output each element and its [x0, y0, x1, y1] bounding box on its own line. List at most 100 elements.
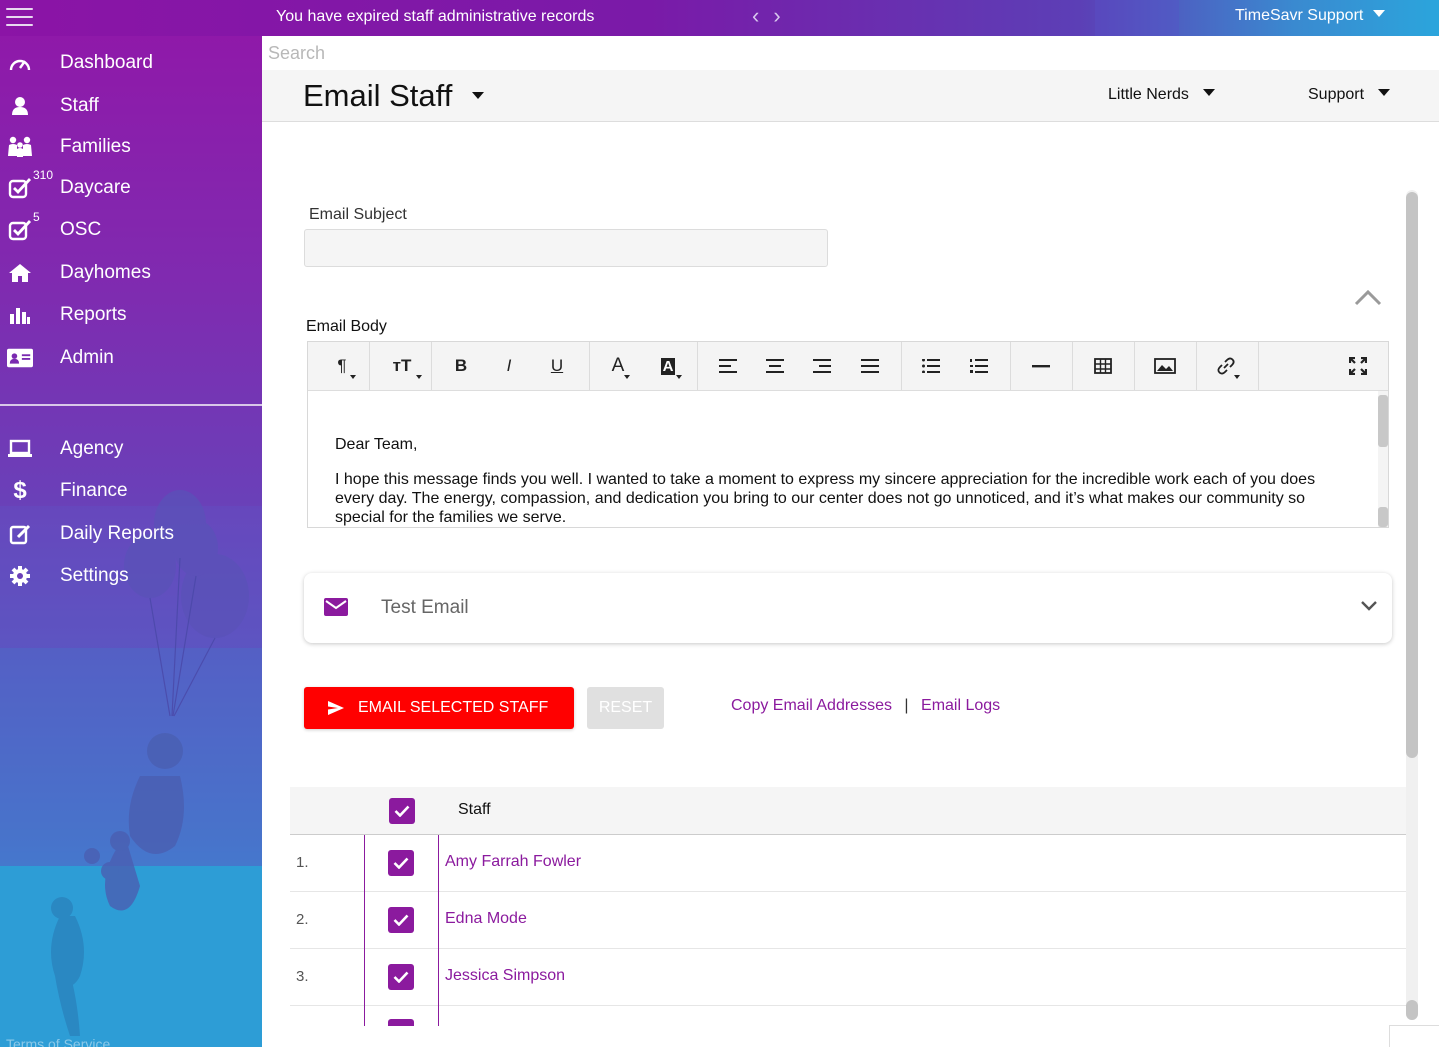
support-dropdown[interactable]: Support	[1308, 86, 1391, 104]
row-checkbox[interactable]	[388, 1019, 414, 1026]
sidebar-item-dashboard[interactable]: Dashboard	[0, 45, 262, 81]
test-email-label: Test Email	[381, 597, 469, 618]
table-row: 3. Jessica Simpson	[290, 949, 1406, 1006]
gear-icon	[7, 564, 33, 588]
alert-nav-arrows[interactable]: ‹›	[752, 3, 795, 29]
chevron-right-icon[interactable]: ›	[773, 3, 794, 28]
staff-name-link[interactable]: Jessica Simpson	[445, 967, 565, 985]
sidebar-item-label: Staff	[60, 95, 99, 116]
checkmark-icon	[393, 857, 409, 869]
underline-icon[interactable]: U	[539, 342, 575, 390]
caret-down-icon	[1202, 89, 1215, 96]
organization-dropdown[interactable]: Little Nerds	[1108, 86, 1215, 104]
row-checkbox[interactable]	[388, 907, 414, 933]
sidebar-item-families[interactable]: Families	[0, 129, 262, 165]
chevron-down-icon[interactable]	[1360, 600, 1378, 612]
sidebar-item-osc[interactable]: 5 OSC	[0, 210, 262, 248]
ordered-list-icon[interactable]	[959, 342, 999, 390]
corner-widget[interactable]	[1389, 1025, 1439, 1047]
send-button-label: EMAIL SELECTED STAFF	[358, 699, 549, 716]
sidebar: Dashboard Staff Families 310 Daycare 5 O…	[0, 36, 262, 1047]
staff-name-link[interactable]: Amy Farrah Fowler	[445, 853, 581, 871]
align-left-icon[interactable]	[708, 342, 748, 390]
sidebar-item-staff[interactable]: Staff	[0, 88, 262, 124]
email-subject-input[interactable]	[304, 229, 828, 267]
expired-records-alert[interactable]: You have expired staff administrative re…	[276, 8, 594, 26]
sidebar-item-dayhomes[interactable]: Dayhomes	[0, 255, 262, 291]
sidebar-item-daycare[interactable]: 310 Daycare	[0, 168, 262, 206]
family-icon	[7, 135, 33, 159]
mail-icon	[324, 598, 348, 616]
sidebar-item-label: Agency	[60, 438, 124, 459]
editor-scrollbar-thumb[interactable]	[1378, 395, 1388, 447]
bold-icon[interactable]: B	[443, 342, 479, 390]
checkbox-icon	[7, 218, 33, 242]
sidebar-item-label: Daycare	[60, 177, 131, 198]
email-body-paragraph: I hope this message finds you well. I wa…	[335, 471, 1316, 526]
font-size-icon[interactable]: тT	[376, 342, 428, 390]
checkmark-icon	[393, 914, 409, 926]
email-selected-staff-button[interactable]: EMAIL SELECTED STAFF	[304, 687, 574, 729]
sidebar-item-settings[interactable]: Settings	[0, 558, 262, 594]
text-color-icon[interactable]: A	[600, 342, 636, 390]
test-email-panel[interactable]: Test Email	[304, 573, 1392, 643]
page-scrollbar-handle[interactable]	[1406, 1000, 1418, 1020]
search-input[interactable]	[262, 36, 862, 70]
id-card-icon	[7, 346, 33, 370]
select-all-checkbox[interactable]	[389, 798, 415, 824]
align-center-icon[interactable]	[755, 342, 795, 390]
sidebar-item-label: Settings	[60, 565, 129, 586]
osc-count-badge: 5	[33, 210, 40, 224]
daycare-count-badge: 310	[33, 168, 54, 182]
chevron-left-icon[interactable]: ‹	[752, 3, 773, 28]
editor-toolbar: ¶ тT B I U A A	[308, 342, 1388, 391]
unordered-list-icon[interactable]	[911, 342, 951, 390]
table-row: 1. Amy Farrah Fowler	[290, 835, 1406, 892]
sidebar-item-label: Admin	[60, 347, 114, 368]
staff-column-header[interactable]: Staff	[458, 801, 491, 819]
organization-dropdown-label: Little Nerds	[1108, 86, 1189, 103]
staff-name-link[interactable]: Edna Mode	[445, 910, 527, 928]
background-color-icon[interactable]: A	[648, 342, 688, 390]
sidebar-item-agency[interactable]: Agency	[0, 431, 262, 467]
rich-text-editor: ¶ тT B I U A A Dear Team, I hope this me…	[307, 341, 1389, 528]
page-title[interactable]: Email Staff	[303, 78, 452, 114]
email-body-editor[interactable]: Dear Team, I hope this message finds you…	[308, 391, 1376, 527]
horizontal-rule-icon[interactable]	[1021, 342, 1061, 390]
copy-email-addresses-link[interactable]: Copy Email Addresses	[731, 697, 892, 714]
editor-scrollbar-handle[interactable]	[1378, 507, 1388, 527]
image-icon[interactable]	[1145, 342, 1185, 390]
sidebar-item-label: Reports	[60, 304, 127, 325]
sidebar-item-admin[interactable]: Admin	[0, 340, 262, 376]
sidebar-item-finance[interactable]: $ Finance	[0, 473, 262, 509]
caret-down-icon[interactable]	[472, 92, 484, 99]
align-justify-icon[interactable]	[850, 342, 890, 390]
email-logs-link[interactable]: Email Logs	[921, 697, 1000, 714]
fullscreen-icon[interactable]	[1338, 342, 1378, 390]
table-row	[290, 1006, 1406, 1026]
sidebar-item-label: Finance	[60, 480, 128, 501]
table-header: Staff	[290, 787, 1406, 835]
row-checkbox[interactable]	[388, 850, 414, 876]
user-menu[interactable]: TimeSavr Support	[1235, 7, 1386, 25]
chevron-up-icon[interactable]	[1354, 288, 1382, 306]
table-icon[interactable]	[1083, 342, 1123, 390]
edit-icon	[7, 522, 33, 546]
sidebar-item-reports[interactable]: Reports	[0, 297, 262, 333]
sidebar-item-daily-reports[interactable]: Daily Reports	[0, 516, 262, 552]
main-content: Email Subject Email Body ¶ тT B I U A A	[262, 122, 1439, 1047]
caret-down-icon	[1373, 10, 1386, 17]
link-icon[interactable]	[1206, 342, 1246, 390]
checkbox-icon	[7, 176, 33, 200]
align-right-icon[interactable]	[802, 342, 842, 390]
page-scrollbar-thumb[interactable]	[1406, 192, 1418, 758]
terms-of-service-link[interactable]: Terms of Service	[6, 1036, 110, 1047]
top-bar: You have expired staff administrative re…	[0, 0, 1439, 36]
paragraph-format-icon[interactable]: ¶	[322, 342, 362, 390]
italic-icon[interactable]: I	[491, 342, 527, 390]
reset-button[interactable]: RESET	[587, 687, 664, 729]
hamburger-menu-icon[interactable]	[6, 8, 33, 28]
search-bar	[262, 36, 1439, 70]
row-checkbox[interactable]	[388, 964, 414, 990]
row-number: 3.	[296, 968, 309, 985]
